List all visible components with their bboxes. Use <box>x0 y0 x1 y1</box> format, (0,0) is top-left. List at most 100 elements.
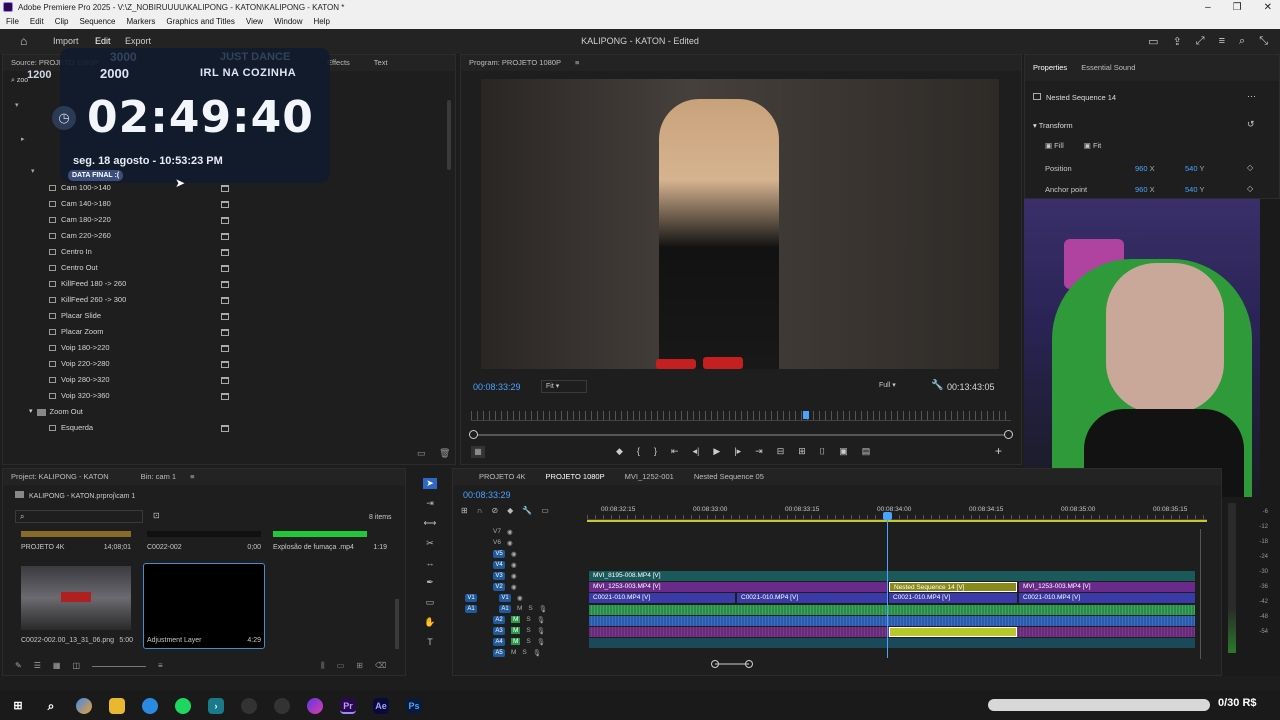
list-item[interactable]: Voip 320->360 <box>49 388 229 404</box>
position-x-field[interactable]: 960 X <box>1135 164 1155 173</box>
menu-help[interactable]: Help <box>314 15 330 29</box>
marker-icon[interactable]: ◆ <box>616 446 623 457</box>
new-bin-icon[interactable]: ▭ <box>417 448 426 459</box>
track-header[interactable]: V7 ◉ <box>483 526 583 537</box>
expand-icon[interactable]: ⤡ <box>1259 35 1268 48</box>
eye-icon[interactable]: ◉ <box>511 561 517 569</box>
fill-button[interactable]: ▣ Fill <box>1045 141 1064 150</box>
pencil-icon[interactable]: ✎ <box>15 661 22 670</box>
anchor-y-field[interactable]: 540 Y <box>1185 185 1204 194</box>
play-icon[interactable]: ▶ <box>713 446 720 457</box>
list-item[interactable]: Cam 180->220 <box>49 212 229 228</box>
scrollbar-handle[interactable] <box>711 660 719 668</box>
menu-file[interactable]: File <box>6 15 19 29</box>
tab-sequence[interactable]: MVI_1252-001 <box>625 469 674 485</box>
app-icon[interactable] <box>307 697 323 714</box>
more-icon[interactable]: ⋯ <box>1247 91 1256 102</box>
camera-icon[interactable]: ⌷ <box>820 446 825 457</box>
panel-menu-icon[interactable]: ≡ <box>575 55 579 71</box>
list-item[interactable]: KillFeed 260 -> 300 <box>49 292 229 308</box>
mute-icon[interactable]: M <box>511 616 521 623</box>
menu-graphics[interactable]: Graphics and Titles <box>166 15 234 29</box>
list-item[interactable]: Centro Out <box>49 260 229 276</box>
scrollbar[interactable] <box>395 599 399 649</box>
comparison-icon[interactable]: ▣ <box>839 446 848 457</box>
track-header[interactable]: A4 M S 🎙 <box>483 636 583 647</box>
track-select-icon[interactable]: ⇥ <box>426 498 434 509</box>
transform-section[interactable]: ▾ Transform <box>1033 121 1073 130</box>
horizontal-scrollbar[interactable] <box>715 663 749 665</box>
list-item[interactable]: KillFeed 180 -> 260 <box>49 276 229 292</box>
audio-clip-selected[interactable] <box>889 627 1017 637</box>
menu-edit[interactable]: Edit <box>30 15 44 29</box>
track-header[interactable]: V6 ◉ <box>483 537 583 548</box>
linked-icon[interactable]: ⊘ <box>491 506 498 515</box>
list-item[interactable]: Voip 220->280 <box>49 356 229 372</box>
eye-icon[interactable]: ◉ <box>517 594 523 602</box>
minimize-icon[interactable]: – <box>1205 0 1211 15</box>
mic-icon[interactable]: 🎙 <box>537 616 545 624</box>
timeline-clip[interactable]: C0021-010.MP4 [V] <box>1019 593 1195 603</box>
list-item[interactable]: Placar Slide <box>49 308 229 324</box>
timeline-playhead[interactable] <box>887 518 888 658</box>
tree-arrow-icon[interactable]: ▾ <box>31 167 35 175</box>
thumbnail-image[interactable] <box>21 566 131 630</box>
scrollbar-handle[interactable] <box>469 430 478 439</box>
track-header[interactable]: A3 M S 🎙 <box>483 625 583 636</box>
captions-icon[interactable]: ▭ <box>541 506 549 515</box>
panel-menu-icon[interactable]: ≡ <box>190 469 194 485</box>
restore-icon[interactable]: ❐ <box>1233 0 1242 15</box>
zoom-scrollbar[interactable] <box>471 434 1011 436</box>
solo-icon[interactable]: S <box>526 627 530 634</box>
mute-icon[interactable]: M <box>511 627 521 634</box>
lift-icon[interactable]: ⊟ <box>777 446 785 457</box>
automate-icon[interactable]: ⫼ <box>321 661 325 671</box>
mic-icon[interactable]: 🎙 <box>533 649 541 657</box>
solo-icon[interactable]: S <box>526 638 530 645</box>
timeline-clip[interactable]: MVI_1253-003.MP4 [V] <box>589 582 887 592</box>
eye-icon[interactable]: ◉ <box>511 572 517 580</box>
hand-icon[interactable]: ✋ <box>424 617 435 628</box>
spotify-icon[interactable] <box>175 697 191 714</box>
premiere-taskbar-icon[interactable]: Pr <box>340 697 356 714</box>
eye-icon[interactable]: ◉ <box>511 583 517 591</box>
delete-icon[interactable]: ⌫ <box>375 661 386 671</box>
go-to-out-icon[interactable]: ⇥ <box>755 446 763 457</box>
project-item[interactable]: Adjustment Layer 4:29 <box>147 637 261 644</box>
workspace-icon[interactable]: ▭ <box>1148 35 1158 48</box>
scrollbar-handle[interactable] <box>745 660 753 668</box>
list-item[interactable]: Centro In <box>49 244 229 260</box>
tab-text[interactable]: Text <box>374 55 388 71</box>
audio-clip[interactable] <box>589 616 1195 626</box>
go-to-in-icon[interactable]: ⇤ <box>671 446 679 457</box>
track-header[interactable]: V1 V1 ◉ <box>465 592 583 603</box>
tab-project[interactable]: Project: KALIPONG - KATON <box>11 469 109 485</box>
windows-start-icon[interactable]: ⊞ <box>10 698 26 714</box>
project-item[interactable]: Explosão de fumaça .mp4 1:19 <box>273 544 387 551</box>
tree-arrow-icon[interactable]: ▸ <box>21 135 25 143</box>
audio-app-icon[interactable] <box>241 697 257 714</box>
share-icon[interactable]: ⇪ <box>1173 35 1182 48</box>
new-bin-icon[interactable]: ▭ <box>337 661 345 671</box>
work-area-bar[interactable] <box>587 520 1207 522</box>
chrome-icon[interactable] <box>142 697 158 714</box>
playhead-handle-icon[interactable] <box>883 512 892 520</box>
step-forward-icon[interactable]: |▸ <box>734 446 741 457</box>
new-item-icon[interactable]: ⊞ <box>356 661 363 671</box>
thumbnail-strip[interactable] <box>21 531 131 537</box>
tab-sequence-active[interactable]: PROJETO 1080P <box>546 469 605 485</box>
step-back-icon[interactable]: ◂| <box>693 446 700 457</box>
type-tool-icon[interactable]: T <box>427 637 433 647</box>
timeline-clip[interactable]: MVI_8195-008.MP4 [V] <box>589 571 1195 581</box>
timeline-timecode[interactable]: 00:08:33:29 <box>463 490 511 500</box>
list-item[interactable]: Esquerda <box>49 420 229 436</box>
mic-icon[interactable]: 🎙 <box>537 627 545 635</box>
track-header[interactable]: V5 ◉ <box>483 548 583 559</box>
obs-icon[interactable] <box>274 697 290 714</box>
timeline-ruler[interactable]: 00:08:32:15 00:08:33:00 00:08:33:15 00:0… <box>587 506 1207 520</box>
list-item[interactable]: Cam 140->180 <box>49 196 229 212</box>
copilot-icon[interactable] <box>76 697 92 714</box>
thumbnail-strip[interactable] <box>147 531 261 537</box>
ripple-edit-icon[interactable]: ⟷ <box>424 518 437 529</box>
menu-window[interactable]: Window <box>274 15 302 29</box>
